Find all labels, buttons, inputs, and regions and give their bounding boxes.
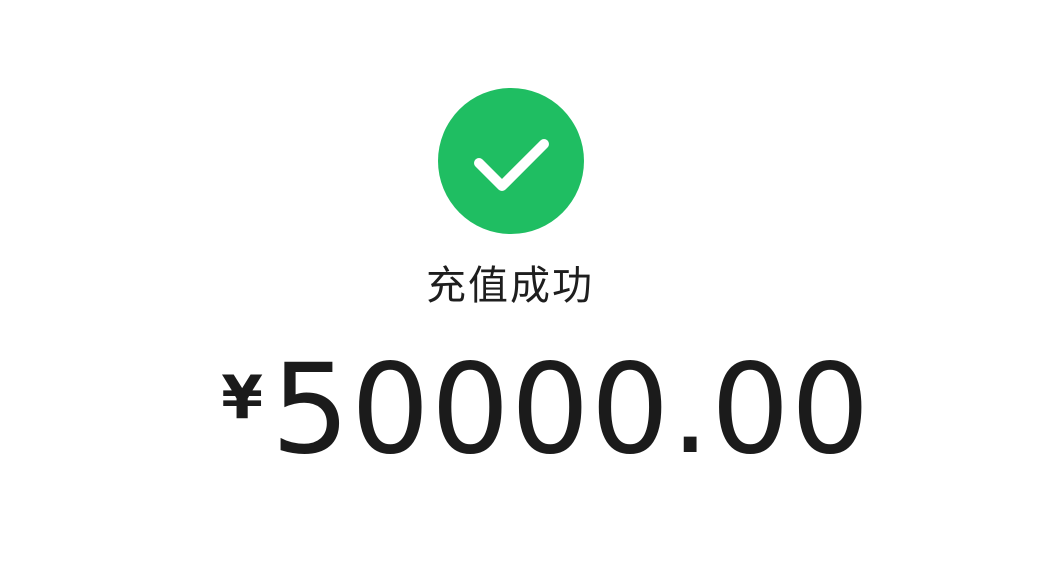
success-check-icon — [438, 88, 584, 234]
status-text: 充值成功 — [426, 263, 594, 309]
amount-value: 50000.00 — [271, 338, 871, 482]
amount-display: ¥50000.00 — [0, 340, 1050, 480]
check-icon — [474, 139, 549, 191]
recharge-success-screen: 充值成功 ¥50000.00 — [0, 0, 1050, 582]
currency-symbol: ¥ — [221, 363, 264, 433]
